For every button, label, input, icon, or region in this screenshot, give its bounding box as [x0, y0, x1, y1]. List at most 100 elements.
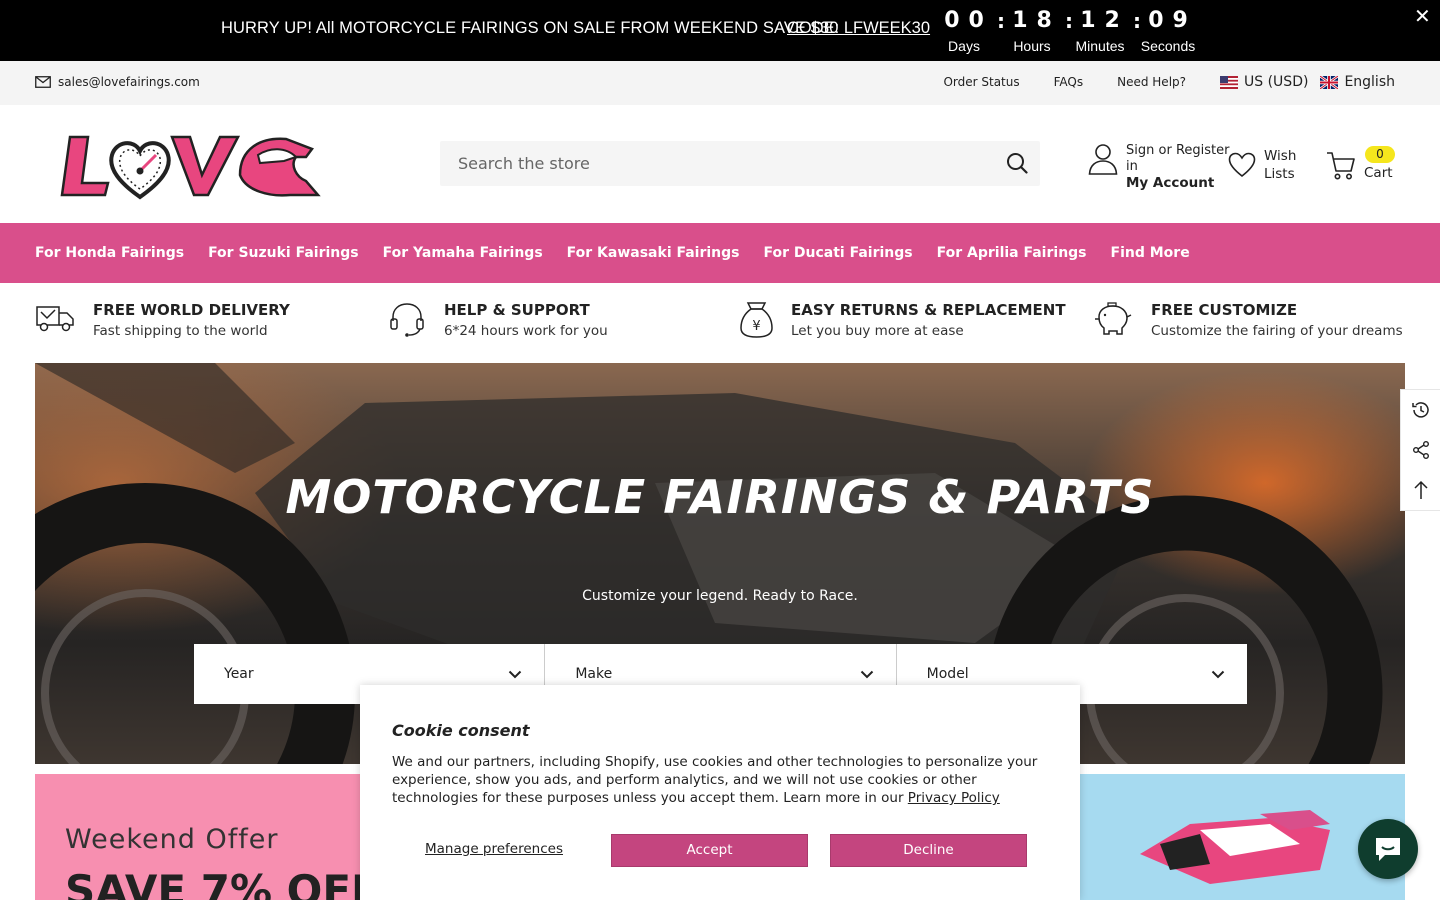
year-select-label: Year — [224, 666, 254, 682]
countdown-minutes: 12 Minutes — [1066, 8, 1134, 54]
site-logo[interactable] — [60, 135, 322, 205]
cart-link[interactable]: 0 Cart — [1326, 146, 1395, 181]
feature-title: HELP & SUPPORT — [444, 301, 590, 319]
my-account-label: My Account — [1126, 175, 1215, 191]
countdown-minutes-label: Minutes — [1075, 38, 1125, 54]
announcement-message: HURRY UP! All MOTORCYCLE FAIRINGS ON SAL… — [221, 19, 839, 37]
account-link[interactable]: Sign or Register in My Account — [1088, 143, 1229, 192]
feature-subtitle: Let you buy more at ease — [791, 323, 964, 339]
faqs-link[interactable]: FAQs — [1054, 75, 1084, 89]
chevron-down-icon — [509, 670, 522, 678]
nav-item-yamaha[interactable]: For Yamaha Fairings — [383, 245, 543, 261]
nav-item-ducati[interactable]: For Ducati Fairings — [764, 245, 913, 261]
feature-delivery: FREE WORLD DELIVERY Fast shipping to the… — [35, 301, 290, 339]
uk-flag-icon — [1320, 75, 1339, 89]
truck-icon — [36, 306, 74, 332]
cart-count-badge: 0 — [1365, 146, 1395, 163]
nav-item-kawasaki[interactable]: For Kawasaki Fairings — [567, 245, 740, 261]
wish-label-1: Wish — [1264, 148, 1297, 164]
nav-item-aprilia[interactable]: For Aprilia Fairings — [937, 245, 1087, 261]
countdown-minutes-value: 12 — [1080, 8, 1129, 33]
feature-customize: FREE CUSTOMIZE Customize the fairing of … — [1093, 301, 1403, 339]
arrow-up-icon — [1413, 480, 1428, 499]
search-input[interactable] — [440, 141, 980, 186]
promo-line-1: Weekend Offer — [65, 824, 279, 855]
feature-support: HELP & SUPPORT 6*24 hours work for you — [388, 301, 608, 339]
manage-preferences-link[interactable]: Manage preferences — [425, 841, 563, 857]
nav-item-suzuki[interactable]: For Suzuki Fairings — [208, 245, 359, 261]
us-flag-icon — [1220, 75, 1239, 89]
announcement-bar: HURRY UP! All MOTORCYCLE FAIRINGS ON SAL… — [0, 0, 1440, 61]
order-status-link[interactable]: Order Status — [943, 75, 1019, 89]
weekend-offer-banner[interactable]: Weekend Offer SAVE 7% OFF — [35, 774, 375, 900]
promo-line-2: SAVE 7% OFF — [65, 866, 375, 900]
recently-viewed-button[interactable] — [1401, 390, 1440, 430]
chevron-down-icon — [1211, 670, 1225, 678]
countdown-hours-value: 18 — [1012, 8, 1061, 33]
cookie-body: We and our partners, including Shopify, … — [392, 753, 1052, 807]
feature-strip: FREE WORLD DELIVERY Fast shipping to the… — [0, 283, 1440, 363]
hero-title: MOTORCYCLE FAIRINGS & PARTS — [285, 470, 1155, 524]
piggy-bank-icon — [1095, 302, 1132, 335]
make-select-label: Make — [575, 666, 613, 682]
nav-item-honda[interactable]: For Honda Fairings — [35, 245, 184, 261]
privacy-policy-link[interactable]: Privacy Policy — [908, 790, 1000, 806]
love-logo-icon — [60, 135, 321, 200]
main-nav: For Honda Fairings For Suzuki Fairings F… — [0, 223, 1440, 283]
cart-icon — [1327, 152, 1355, 180]
language-selector[interactable]: English — [1320, 74, 1395, 90]
cart-label: Cart — [1364, 165, 1393, 181]
feature-title: EASY RETURNS & REPLACEMENT — [791, 301, 1066, 319]
language-label: English — [1344, 74, 1395, 90]
countdown-days-label: Days — [948, 38, 980, 54]
history-icon — [1411, 402, 1429, 418]
feature-subtitle: Fast shipping to the world — [93, 323, 268, 339]
accept-button[interactable]: Accept — [611, 834, 808, 867]
sign-in-suffix: in — [1126, 159, 1138, 174]
currency-selector[interactable]: US (USD) — [1220, 74, 1308, 90]
feature-subtitle: Customize the fairing of your dreams — [1151, 323, 1403, 339]
search-bar — [440, 141, 1040, 186]
product-promo-banner[interactable] — [1060, 774, 1405, 900]
countdown-seconds-value: 09 — [1148, 8, 1197, 33]
model-select-label: Model — [926, 666, 969, 682]
utility-links: Order Status FAQs Need Help? US (USD) En… — [909, 74, 1395, 90]
sign-in-link[interactable]: Sign — [1126, 143, 1154, 158]
feature-subtitle: 6*24 hours work for you — [444, 323, 608, 339]
need-help-link[interactable]: Need Help? — [1117, 75, 1186, 89]
decline-button[interactable]: Decline — [830, 834, 1027, 867]
email-link[interactable]: sales@lovefairings.com — [35, 75, 200, 89]
chat-icon — [1376, 838, 1400, 861]
search-icon[interactable] — [1006, 152, 1028, 174]
cookie-title: Cookie consent — [392, 721, 530, 740]
share-icon — [1412, 441, 1429, 459]
close-icon[interactable]: ✕ — [1414, 4, 1431, 28]
chat-button[interactable] — [1358, 819, 1418, 879]
headset-icon — [390, 303, 424, 337]
feature-title: FREE WORLD DELIVERY — [93, 301, 290, 319]
site-header: Sign or Register in My Account Wish List… — [0, 105, 1440, 223]
countdown-days: 00 Days — [930, 8, 998, 54]
svg-text:¥: ¥ — [752, 319, 760, 334]
currency-label: US (USD) — [1244, 74, 1309, 90]
countdown-seconds-label: Seconds — [1140, 38, 1196, 54]
share-button[interactable] — [1401, 430, 1440, 470]
heart-icon — [1228, 152, 1256, 178]
side-toolbar — [1400, 389, 1440, 511]
chevron-down-icon — [860, 670, 873, 678]
promo-code-link[interactable]: CODE: LFWEEK30 — [787, 19, 930, 38]
sign-in-register[interactable]: Sign or Register in — [1126, 143, 1229, 175]
mail-icon — [35, 76, 51, 88]
hero-tagline: Customize your legend. Ready to Race. — [582, 588, 858, 604]
motorcycle-product-image — [1140, 810, 1330, 884]
user-icon — [1088, 144, 1118, 175]
countdown-days-value: 00 — [944, 8, 993, 33]
wishlist-link[interactable]: Wish Lists — [1228, 147, 1296, 183]
register-link[interactable]: Register — [1176, 143, 1230, 158]
countdown-hours: 18 Hours — [998, 8, 1066, 54]
back-to-top-button[interactable] — [1401, 470, 1440, 510]
countdown-hours-label: Hours — [1013, 38, 1051, 54]
nav-item-find-more[interactable]: Find More — [1111, 245, 1190, 261]
feature-returns: ¥ EASY RETURNS & REPLACEMENT Let you buy… — [740, 301, 1066, 339]
countdown-seconds: 09 Seconds — [1134, 8, 1202, 54]
